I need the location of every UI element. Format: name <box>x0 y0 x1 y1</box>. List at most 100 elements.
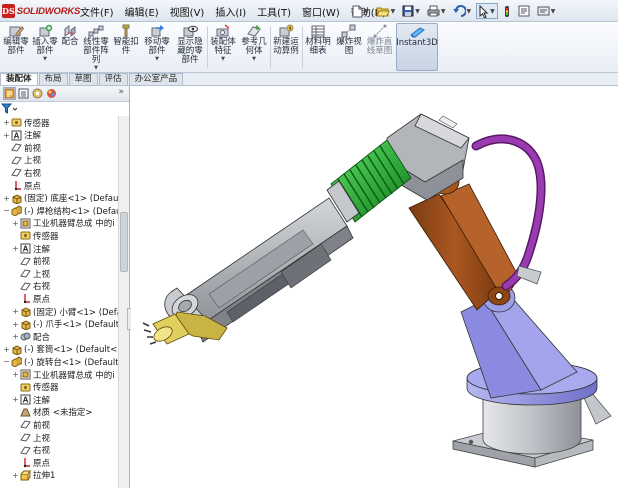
save-button[interactable]: ▼ <box>400 3 422 19</box>
menu-insert[interactable]: 插入(I) <box>211 3 250 19</box>
new-button[interactable]: ▼ <box>350 3 371 19</box>
graphics-area[interactable] <box>131 86 618 488</box>
exploded-view-button[interactable]: 爆炸视 图 <box>334 24 364 56</box>
property-manager-tab[interactable] <box>17 87 30 100</box>
tree-item[interactable]: + 工业机器臂总成 中的i <box>11 217 115 230</box>
tree-item[interactable]: 传感器 <box>11 229 59 242</box>
file-properties-icon <box>518 5 530 17</box>
tree-item[interactable]: + 拉伸1 <box>11 469 55 482</box>
tab-evaluate[interactable]: 评估 <box>98 73 128 85</box>
expand-toggle[interactable]: + <box>2 129 11 142</box>
robot-arm-model[interactable] <box>131 86 618 488</box>
tree-item[interactable]: + (固定) 底座<1> (Default <box>2 192 118 205</box>
tree-item[interactable]: 上视 <box>11 267 50 280</box>
display-manager-tab[interactable] <box>45 87 58 100</box>
tree-item[interactable]: + 工业机器臂总成 中的i <box>11 368 115 381</box>
file-properties-button[interactable] <box>516 3 532 19</box>
menu-window[interactable]: 窗口(W) <box>298 3 344 19</box>
assembly-features-button[interactable]: 装配体 特征 ▼ <box>208 24 238 62</box>
show-hidden-components-button[interactable]: 显示隐 藏的零 部件 <box>174 24 206 65</box>
tree-item-label: 注解 <box>33 244 51 255</box>
tree-item[interactable]: 材质 <未指定> <box>11 406 92 419</box>
linear-pattern-button[interactable]: 线性零 部件阵 列 ▼ <box>81 24 111 71</box>
tree-item[interactable]: 上视 <box>2 154 41 167</box>
move-component-button[interactable]: 移动零 部件 ▼ <box>141 24 173 62</box>
undo-button[interactable]: ▼ <box>451 3 474 19</box>
print-button[interactable]: ▼ <box>425 3 448 19</box>
tab-assembly[interactable]: 装配体 <box>0 73 38 85</box>
menu-edit[interactable]: 编辑(E) <box>121 3 163 19</box>
solidworks-logo[interactable]: DS SOLIDWORKS <box>2 2 80 20</box>
tree-item[interactable]: 右视 <box>2 166 41 179</box>
expand-toggle[interactable]: + <box>11 217 20 230</box>
filter-icon[interactable] <box>1 103 17 115</box>
exploded-view-icon <box>341 24 356 38</box>
tree-item[interactable]: 上视 <box>11 431 50 444</box>
tree-item[interactable]: + (-) 爪手<1> (Default <box>11 318 118 331</box>
open-button[interactable]: ▼ <box>374 3 398 19</box>
instant3d-button[interactable]: Instant3D <box>396 23 438 71</box>
tree-item[interactable]: + A 注解 <box>11 393 50 406</box>
expand-toggle[interactable]: + <box>11 242 20 255</box>
tree-item[interactable]: 右视 <box>11 280 50 293</box>
tab-sketch[interactable]: 草图 <box>68 73 98 85</box>
panel-expand-button[interactable]: » <box>118 87 124 97</box>
tree-item[interactable]: 前视 <box>11 418 50 431</box>
expand-toggle[interactable]: + <box>11 318 20 331</box>
rebuild-button[interactable] <box>501 3 513 19</box>
chevron-down-icon: ▼ <box>43 56 47 62</box>
bill-of-materials-button[interactable]: 材料明 细表 <box>303 24 333 56</box>
expand-toggle[interactable]: + <box>11 393 20 406</box>
tree-item[interactable]: − (-) 旋转台<1> (Default- <box>2 355 118 368</box>
menu-view[interactable]: 视图(V) <box>166 3 209 19</box>
mate-button[interactable]: 配合 <box>59 24 81 47</box>
tree-scrollbar[interactable] <box>118 116 129 488</box>
tree-item-label: (固定) 底座<1> (Default <box>24 194 118 205</box>
expand-toggle[interactable]: + <box>11 469 20 482</box>
tab-layout[interactable]: 布局 <box>38 73 68 85</box>
tree-item[interactable]: + A 注解 <box>11 242 50 255</box>
collapse-toggle[interactable]: − <box>2 355 11 368</box>
tree-item[interactable]: 原点 <box>11 292 50 305</box>
tree-item[interactable]: + A 注解 <box>2 129 41 142</box>
expand-toggle[interactable]: + <box>2 116 11 129</box>
expand-toggle[interactable]: + <box>11 368 20 381</box>
feature-manager-tab[interactable] <box>3 87 16 100</box>
tree-item-label: (-) 爪手<1> (Default <box>33 320 118 331</box>
new-motion-study-button[interactable]: 新建运 动算例 <box>271 24 301 56</box>
tab-office-products[interactable]: 办公室产品 <box>128 73 184 85</box>
svg-text:A: A <box>14 131 20 140</box>
collapse-toggle[interactable]: − <box>2 204 11 217</box>
configuration-manager-tab[interactable] <box>31 87 44 100</box>
expand-toggle[interactable]: + <box>11 330 20 343</box>
menu-file[interactable]: 文件(F) <box>76 3 118 19</box>
tree-item[interactable]: 右视 <box>11 444 50 457</box>
tree-item[interactable]: 前视 <box>11 255 50 268</box>
solidworks-wordmark: SOLIDWORKS <box>16 5 81 17</box>
insert-component-button[interactable]: 插入零 部件 ▼ <box>31 24 59 62</box>
reference-geometry-button[interactable]: 参考几 何体 ▼ <box>239 24 269 62</box>
options-button[interactable]: ▼ <box>535 3 558 19</box>
tree-item[interactable]: 传感器 <box>11 381 59 394</box>
tree-item[interactable]: + 配合 <box>11 330 50 343</box>
menu-tools[interactable]: 工具(T) <box>253 3 295 19</box>
expand-toggle[interactable]: + <box>2 192 11 205</box>
tree-item[interactable]: + (固定) 小臂<1> (Defa <box>11 305 118 318</box>
tree-item[interactable]: + (-) 套筒<1> (Default<< <box>2 343 118 356</box>
instant3d-icon <box>410 27 425 38</box>
scrollbar-thumb[interactable] <box>120 212 128 272</box>
annotation-icon: A <box>20 394 31 405</box>
tree-item[interactable]: + 传感器 <box>2 116 49 129</box>
title-menu-bar: DS SOLIDWORKS 文件(F) 编辑(E) 视图(V) 插入(I) 工具… <box>0 0 618 22</box>
tree-item[interactable]: − (-) 焊枪结构<1> (Default <box>2 204 118 217</box>
expand-toggle[interactable]: + <box>11 305 20 318</box>
edit-component-button[interactable]: 编辑零 部件 <box>1 24 31 56</box>
menu-bar: 文件(F) 编辑(E) 视图(V) 插入(I) 工具(T) 窗口(W) 帮助(H… <box>76 3 393 19</box>
select-button[interactable]: ▼ <box>476 3 498 19</box>
expand-toggle[interactable]: + <box>2 343 11 356</box>
tree-item[interactable]: 原点 <box>11 456 50 469</box>
smart-fasteners-button[interactable]: 智能扣 件 <box>112 24 140 56</box>
tree-item[interactable]: 前视 <box>2 141 41 154</box>
tree-item[interactable]: 原点 <box>2 179 41 192</box>
explode-line-sketch-button[interactable]: 爆炸直 线草图 <box>364 24 395 56</box>
